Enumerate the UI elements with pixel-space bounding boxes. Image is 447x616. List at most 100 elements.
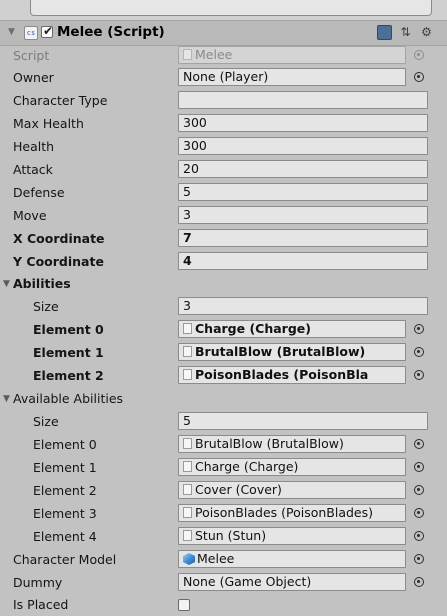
- attack-field[interactable]: 20: [178, 160, 428, 178]
- owner-row: Owner None (Player): [0, 67, 447, 89]
- attack-label: Attack: [13, 162, 53, 177]
- max-health-row: Max Health 300: [0, 113, 447, 135]
- defense-row: Defense 5: [0, 182, 447, 204]
- top-bar: [0, 0, 447, 20]
- abilities-element-picker-icon[interactable]: [414, 370, 424, 380]
- dummy-picker-icon[interactable]: [414, 577, 424, 587]
- script-icon: cs: [24, 26, 38, 40]
- available-abilities-element-row: Element 0 BrutalBlow (BrutalBlow): [0, 434, 447, 456]
- x-coordinate-label: X Coordinate: [13, 231, 105, 246]
- abilities-expand-arrow-icon[interactable]: ▼: [3, 279, 10, 289]
- character-model-picker-icon[interactable]: [414, 554, 424, 564]
- component-title: Melee (Script): [57, 24, 165, 40]
- abilities-element-value: Charge (Charge): [195, 321, 311, 336]
- is-placed-checkbox[interactable]: [178, 599, 190, 611]
- attack-row: Attack 20: [0, 159, 447, 181]
- available-abilities-element-field[interactable]: Stun (Stun): [178, 527, 406, 545]
- abilities-size-field[interactable]: 3: [178, 297, 428, 315]
- defense-field[interactable]: 5: [178, 183, 428, 201]
- abilities-element-label: Element 1: [33, 345, 104, 360]
- gear-icon[interactable]: ⚙: [419, 25, 434, 40]
- character-model-value: Melee: [197, 551, 235, 566]
- available-abilities-element-picker-icon[interactable]: [414, 531, 424, 541]
- available-abilities-element-picker-icon[interactable]: [414, 508, 424, 518]
- collapse-arrow-icon[interactable]: ▼: [8, 27, 15, 37]
- defense-label: Defense: [13, 185, 65, 200]
- character-model-field[interactable]: Melee: [178, 550, 406, 568]
- owner-field[interactable]: None (Player): [178, 68, 406, 86]
- scriptable-object-icon: [183, 369, 192, 380]
- is-placed-label: Is Placed: [13, 597, 69, 612]
- script-row: Script Melee: [0, 45, 447, 67]
- y-coordinate-label: Y Coordinate: [13, 254, 104, 269]
- character-model-row: Character Model Melee: [0, 549, 447, 571]
- available-abilities-element-value: BrutalBlow (BrutalBlow): [195, 436, 344, 451]
- available-abilities-element-value: Stun (Stun): [195, 528, 267, 543]
- abilities-element-value: PoisonBlades (PoisonBla: [195, 367, 369, 382]
- character-type-field[interactable]: [178, 91, 428, 109]
- available-abilities-foldout[interactable]: ▼ Available Abilities: [0, 388, 447, 410]
- abilities-foldout[interactable]: ▼ Abilities: [0, 273, 447, 295]
- health-field[interactable]: 300: [178, 137, 428, 155]
- x-coordinate-row: X Coordinate 7: [0, 228, 447, 250]
- move-label: Move: [13, 208, 47, 223]
- abilities-element-picker-icon[interactable]: [414, 347, 424, 357]
- max-health-field[interactable]: 300: [178, 114, 428, 132]
- y-coordinate-field[interactable]: 4: [178, 252, 428, 270]
- available-abilities-size-field[interactable]: 5: [178, 412, 428, 430]
- scriptable-object-icon: [183, 346, 192, 357]
- available-abilities-element-label: Element 4: [33, 529, 97, 544]
- dummy-label: Dummy: [13, 575, 63, 590]
- abilities-element-row: Element 1 BrutalBlow (BrutalBlow): [0, 342, 447, 364]
- available-abilities-element-row: Element 4 Stun (Stun): [0, 526, 447, 548]
- available-abilities-element-value: Charge (Charge): [195, 459, 299, 474]
- abilities-element-field[interactable]: PoisonBlades (PoisonBla: [178, 366, 406, 384]
- available-abilities-element-picker-icon[interactable]: [414, 462, 424, 472]
- available-abilities-element-picker-icon[interactable]: [414, 485, 424, 495]
- available-abilities-element-field[interactable]: BrutalBlow (BrutalBlow): [178, 435, 406, 453]
- move-field[interactable]: 3: [178, 206, 428, 224]
- available-abilities-element-label: Element 3: [33, 506, 97, 521]
- health-row: Health 300: [0, 136, 447, 158]
- available-abilities-element-label: Element 1: [33, 460, 97, 475]
- prefab-icon: [183, 553, 195, 565]
- available-abilities-element-row: Element 3 PoisonBlades (PoisonBlades): [0, 503, 447, 525]
- max-health-label: Max Health: [13, 116, 84, 131]
- available-abilities-size-row: Size 5: [0, 411, 447, 433]
- available-abilities-element-field[interactable]: Cover (Cover): [178, 481, 406, 499]
- abilities-element-label: Element 2: [33, 368, 104, 383]
- abilities-element-row: Element 2 PoisonBlades (PoisonBla: [0, 365, 447, 387]
- character-type-label: Character Type: [13, 93, 108, 108]
- abilities-element-row: Element 0 Charge (Charge): [0, 319, 447, 341]
- abilities-element-picker-icon[interactable]: [414, 324, 424, 334]
- available-abilities-element-row: Element 2 Cover (Cover): [0, 480, 447, 502]
- available-abilities-element-row: Element 1 Charge (Charge): [0, 457, 447, 479]
- component-header[interactable]: ▼ cs Melee (Script) ⇅ ⚙: [0, 20, 447, 46]
- script-field: Melee: [178, 46, 406, 64]
- available-abilities-element-field[interactable]: PoisonBlades (PoisonBlades): [178, 504, 406, 522]
- book-icon[interactable]: [377, 25, 392, 40]
- move-row: Move 3: [0, 205, 447, 227]
- settings-layout-icon[interactable]: ⇅: [398, 25, 413, 40]
- component-enabled-checkbox[interactable]: [41, 24, 53, 38]
- owner-label: Owner: [13, 70, 54, 85]
- script-value: Melee: [195, 47, 233, 62]
- available-abilities-element-value: PoisonBlades (PoisonBlades): [195, 505, 374, 520]
- dummy-field[interactable]: None (Game Object): [178, 573, 406, 591]
- script-asset-icon: [183, 49, 192, 60]
- top-field[interactable]: [30, 0, 432, 16]
- owner-picker-icon[interactable]: [414, 72, 424, 82]
- abilities-element-field[interactable]: Charge (Charge): [178, 320, 406, 338]
- x-coordinate-field[interactable]: 7: [178, 229, 428, 247]
- available-abilities-element-field[interactable]: Charge (Charge): [178, 458, 406, 476]
- available-abilities-element-picker-icon[interactable]: [414, 439, 424, 449]
- available-abilities-expand-arrow-icon[interactable]: ▼: [3, 394, 10, 404]
- available-abilities-element-label: Element 0: [33, 437, 97, 452]
- abilities-element-label: Element 0: [33, 322, 104, 337]
- scriptable-object-icon: [183, 507, 192, 518]
- abilities-element-field[interactable]: BrutalBlow (BrutalBlow): [178, 343, 406, 361]
- available-abilities-size-label: Size: [33, 414, 59, 429]
- abilities-size-row: Size 3: [0, 296, 447, 318]
- abilities-size-label: Size: [33, 299, 59, 314]
- scriptable-object-icon: [183, 438, 192, 449]
